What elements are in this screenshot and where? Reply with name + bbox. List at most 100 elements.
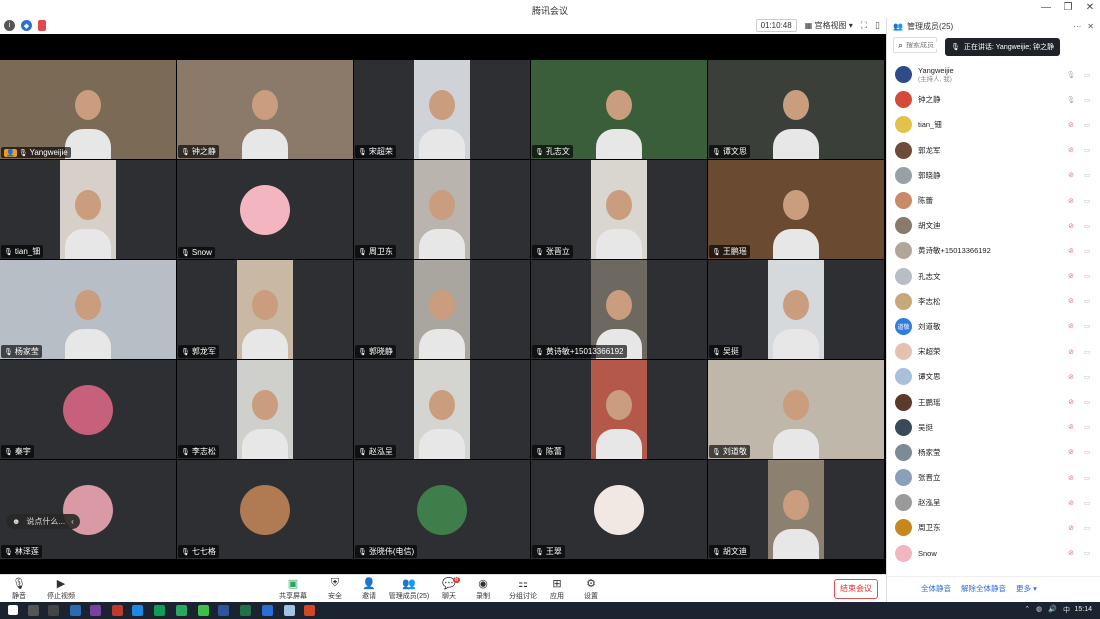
video-tile[interactable]: 🎙 郭龙军 xyxy=(177,260,353,359)
edge-icon[interactable] xyxy=(132,605,143,616)
more-icon[interactable]: ⋯ xyxy=(1073,22,1081,31)
record-button[interactable]: ◉ 录制 xyxy=(466,577,500,601)
microphone-muted-icon[interactable]: ⊘ xyxy=(1066,423,1076,431)
app-icon[interactable] xyxy=(176,605,187,616)
video-tile[interactable]: 🎙 孔志文 xyxy=(531,60,707,159)
task-view-icon[interactable] xyxy=(48,605,59,616)
member-row[interactable]: 张晋立 ⊘ ▭ xyxy=(887,465,1100,490)
video-status-icon[interactable]: ▭ xyxy=(1082,524,1092,532)
security-button[interactable]: ⛨ 安全 xyxy=(318,577,352,601)
member-row[interactable]: 胡文迪 ⊘ ▭ xyxy=(887,213,1100,238)
video-tile[interactable]: 🎙 杨家莹 xyxy=(0,260,176,359)
info-icon[interactable]: i xyxy=(4,20,15,31)
microphone-muted-icon[interactable]: ⊘ xyxy=(1066,297,1076,305)
wechat-icon[interactable] xyxy=(198,605,209,616)
video-tile[interactable]: 🎙 宋超荣 xyxy=(354,60,530,159)
video-tile[interactable]: 🎙 Snow xyxy=(177,160,353,259)
search-input[interactable] xyxy=(906,41,941,49)
video-status-icon[interactable]: ▭ xyxy=(1082,322,1092,330)
video-tile[interactable]: 🎙 林泽莲 xyxy=(0,460,176,559)
mute-button[interactable]: 🎙 静音 xyxy=(2,577,36,601)
photoshop-icon[interactable] xyxy=(70,605,81,616)
chat-input-bubble[interactable]: ☻ 说点什么... ‹ xyxy=(6,514,80,529)
share-screen-button[interactable]: ▣ 共享屏幕 xyxy=(276,577,310,601)
video-status-icon[interactable]: ▭ xyxy=(1082,474,1092,482)
video-tile[interactable]: 🎙 tian_钿 xyxy=(0,160,176,259)
settings-button[interactable]: ⚙ 设置 xyxy=(574,577,608,601)
signal-icon[interactable] xyxy=(38,20,46,31)
chevron-left-icon[interactable]: ‹ xyxy=(71,517,74,526)
restore-icon[interactable]: ❐ xyxy=(1062,2,1074,13)
excel-icon[interactable] xyxy=(240,605,251,616)
member-row[interactable]: Yangweijie (主持人, 我) 🎙 ▭ xyxy=(887,62,1100,87)
video-tile[interactable]: 🎙 郭晓静 xyxy=(354,260,530,359)
video-status-icon[interactable]: ▭ xyxy=(1082,549,1092,557)
member-row[interactable]: 吴挺 ⊘ ▭ xyxy=(887,415,1100,440)
video-status-icon[interactable]: ▭ xyxy=(1082,423,1092,431)
member-row[interactable]: 谭文思 ⊘ ▭ xyxy=(887,364,1100,389)
view-mode-button[interactable]: ▦ 宫格视图 ▾ xyxy=(805,20,853,31)
video-status-icon[interactable]: ▭ xyxy=(1082,448,1092,456)
member-row[interactable]: tian_钿 ⊘ ▭ xyxy=(887,112,1100,137)
video-status-icon[interactable]: ▭ xyxy=(1082,499,1092,507)
breakout-button[interactable]: ⚏ 分组讨论 xyxy=(506,577,540,601)
member-row[interactable]: 郭龙军 ⊘ ▭ xyxy=(887,138,1100,163)
video-tile[interactable]: 🎙 陈蕾 xyxy=(531,360,707,459)
member-row[interactable]: 钟之静 🎙 ▭ xyxy=(887,87,1100,112)
fullscreen-icon[interactable]: ⛶ xyxy=(861,20,867,31)
microphone-icon[interactable]: 🎙 xyxy=(1066,71,1076,79)
member-row[interactable]: 陈蕾 ⊘ ▭ xyxy=(887,188,1100,213)
video-status-icon[interactable]: ▭ xyxy=(1082,348,1092,356)
member-row[interactable]: 王鹏瑶 ⊘ ▭ xyxy=(887,389,1100,414)
video-status-icon[interactable]: ▭ xyxy=(1082,297,1092,305)
video-status-icon[interactable]: ▭ xyxy=(1082,197,1092,205)
video-status-icon[interactable]: ▭ xyxy=(1082,171,1092,179)
member-row[interactable]: 宋超荣 ⊘ ▭ xyxy=(887,339,1100,364)
video-tile[interactable]: 🎙 赵泓呈 xyxy=(354,360,530,459)
pdf-app-icon[interactable] xyxy=(112,605,123,616)
video-tile[interactable]: 🎙 张晋立 xyxy=(531,160,707,259)
video-tile[interactable]: 🎙 李志松 xyxy=(177,360,353,459)
microphone-muted-icon[interactable]: ⊘ xyxy=(1066,474,1076,482)
manage-members-button[interactable]: 👥 管理成员(25) xyxy=(389,577,429,601)
video-status-icon[interactable]: ▭ xyxy=(1082,71,1092,79)
stop-video-button[interactable]: ▶ 停止视频 xyxy=(44,577,78,601)
minimize-icon[interactable]: — xyxy=(1040,2,1052,13)
more-button[interactable]: 更多 ▾ xyxy=(1016,583,1037,594)
microphone-muted-icon[interactable]: ⊘ xyxy=(1066,373,1076,381)
ime-label[interactable]: 中 xyxy=(1063,605,1070,615)
member-row[interactable]: 周卫东 ⊘ ▭ xyxy=(887,515,1100,540)
emoji-icon[interactable]: ☻ xyxy=(12,517,20,526)
tencent-meeting-icon[interactable] xyxy=(262,605,273,616)
video-tile[interactable]: 🎙 刘道敬 xyxy=(708,360,884,459)
tray-chevron-icon[interactable]: ⌃ xyxy=(1024,605,1030,615)
member-row[interactable]: 郭晓静 ⊘ ▭ xyxy=(887,163,1100,188)
microphone-muted-icon[interactable]: ⊘ xyxy=(1066,448,1076,456)
video-tile[interactable]: 🎙 王翠 xyxy=(531,460,707,559)
unmute-all-button[interactable]: 解除全体静音 xyxy=(961,583,1006,594)
member-row[interactable]: 李志松 ⊘ ▭ xyxy=(887,289,1100,314)
video-tile[interactable]: 🎙 张晓伟(电信) xyxy=(354,460,530,559)
video-status-icon[interactable]: ▭ xyxy=(1082,96,1092,104)
microphone-muted-icon[interactable]: ⊘ xyxy=(1066,247,1076,255)
member-search[interactable]: ⌕ xyxy=(893,37,941,53)
video-tile[interactable]: 🎙 钟之静 xyxy=(177,60,353,159)
video-tile[interactable]: 🎙 王鹏瑶 xyxy=(708,160,884,259)
video-tile[interactable]: 👤 🎙 Yangweijie xyxy=(0,60,176,159)
microphone-muted-icon[interactable]: ⊘ xyxy=(1066,499,1076,507)
apps-button[interactable]: ⊞ 应用 xyxy=(540,577,574,601)
volume-icon[interactable]: 🔊 xyxy=(1048,605,1057,615)
close-icon[interactable]: ✕ xyxy=(1084,2,1096,13)
microphone-muted-icon[interactable]: ⊘ xyxy=(1066,549,1076,557)
video-status-icon[interactable]: ▭ xyxy=(1082,272,1092,280)
microphone-muted-icon[interactable]: ⊘ xyxy=(1066,171,1076,179)
visual-studio-icon[interactable] xyxy=(90,605,101,616)
invite-button[interactable]: 👤 邀请 xyxy=(352,577,386,601)
video-tile[interactable]: 🎙 吴挺 xyxy=(708,260,884,359)
video-status-icon[interactable]: ▭ xyxy=(1082,222,1092,230)
video-tile[interactable]: 🎙 七七格 xyxy=(177,460,353,559)
powerpoint-icon[interactable] xyxy=(304,605,315,616)
video-status-icon[interactable]: ▭ xyxy=(1082,398,1092,406)
member-row[interactable]: 黄诗敏+15013366192 ⊘ ▭ xyxy=(887,238,1100,263)
video-status-icon[interactable]: ▭ xyxy=(1082,146,1092,154)
